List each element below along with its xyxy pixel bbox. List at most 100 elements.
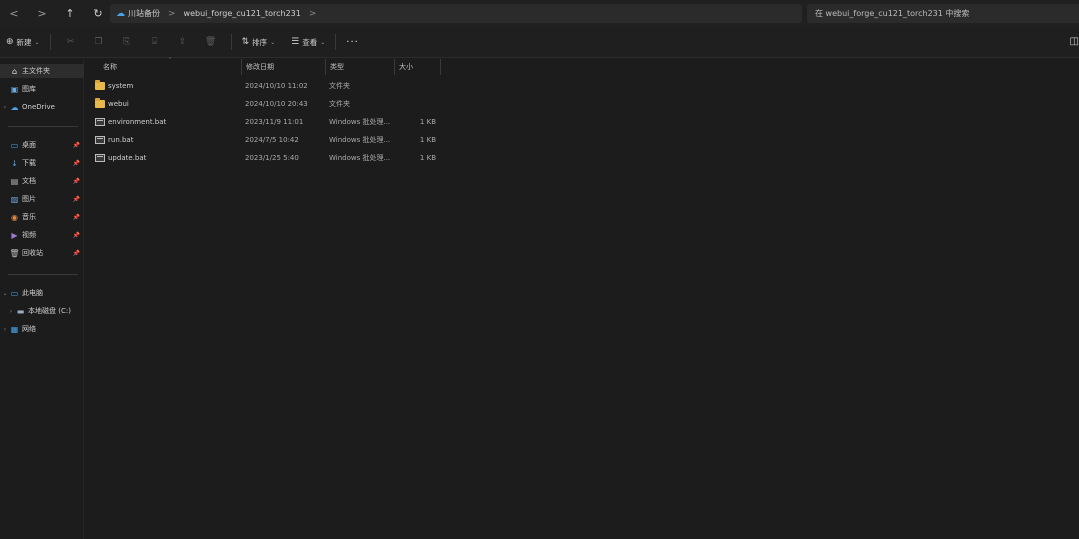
- command-bar: ⊕ 新建 ⌄ ✂ ❐ ⎘ ⌸ ⇪ 🗑 ⇅ 排序 ⌄ ☰ 查看 ⌄ ··· ◫: [0, 27, 1079, 58]
- pin-icon[interactable]: 📌: [73, 232, 80, 239]
- pin-icon[interactable]: 📌: [73, 214, 80, 221]
- column-header-type-label: 类型: [330, 63, 344, 71]
- column-header-modified-label: 修改日期: [246, 63, 274, 71]
- sidebar-item-label: 回收站: [22, 249, 43, 257]
- file-type: Windows 批处理...: [329, 136, 391, 144]
- sidebar-item-home[interactable]: ⌂ 主文件夹: [0, 64, 84, 78]
- chevron-right-icon[interactable]: ›: [0, 104, 10, 111]
- back-button[interactable]: <: [0, 0, 28, 27]
- sidebar-item-music[interactable]: ◉ 音乐 📌: [0, 210, 84, 224]
- cut-icon[interactable]: ✂: [57, 37, 85, 47]
- sidebar-item-downloads[interactable]: ↓ 下载 📌: [0, 156, 84, 170]
- sidebar-item-network[interactable]: › ▦ 网络: [0, 322, 84, 336]
- file-name: system: [108, 82, 134, 90]
- sidebar-item-onedrive[interactable]: › ☁ OneDrive: [0, 100, 84, 114]
- sidebar-item-pictures[interactable]: ▨ 图片 📌: [0, 192, 84, 206]
- drive-icon: ▬: [16, 306, 25, 316]
- sidebar-item-label: 图库: [22, 85, 36, 93]
- sidebar-item-videos[interactable]: ▶ 视频 📌: [0, 228, 84, 242]
- music-icon: ◉: [11, 212, 18, 222]
- sidebar-item-label: 本地磁盘 (C:): [28, 307, 71, 315]
- sidebar-item-recycle-bin[interactable]: 🗑 回收站 📌: [0, 246, 84, 260]
- address-bar[interactable]: ☁ 川站备份 > webui_forge_cu121_torch231 >: [110, 4, 802, 23]
- up-button[interactable]: ↑: [56, 0, 84, 27]
- view-icon: ☰: [291, 37, 300, 47]
- breadcrumb-separator-end[interactable]: >: [309, 9, 317, 19]
- delete-icon[interactable]: 🗑: [197, 37, 225, 47]
- file-row[interactable]: environment.bat 2023/11/9 11:01 Windows …: [85, 113, 445, 131]
- view-label: 查看: [302, 37, 318, 47]
- sidebar-item-local-disk[interactable]: › ▬ 本地磁盘 (C:): [0, 304, 84, 318]
- sidebar-item-desktop[interactable]: ▭ 桌面 📌: [0, 138, 84, 152]
- sort-icon: ⇅: [241, 37, 250, 47]
- sidebar-item-label: OneDrive: [22, 103, 55, 111]
- chevron-right-icon[interactable]: ›: [6, 308, 16, 315]
- download-icon: ↓: [11, 158, 18, 168]
- new-button[interactable]: ⊕ 新建 ⌄: [2, 32, 44, 52]
- file-name: environment.bat: [108, 118, 167, 126]
- file-row[interactable]: update.bat 2023/1/25 5:40 Windows 批处理...…: [85, 149, 445, 167]
- file-modified: 2024/7/5 10:42: [245, 136, 299, 144]
- pin-icon[interactable]: 📌: [73, 250, 80, 257]
- column-header-name[interactable]: 名称: [99, 59, 241, 75]
- column-header-modified[interactable]: 修改日期: [242, 59, 325, 75]
- column-divider[interactable]: [440, 59, 441, 75]
- chevron-down-icon: ⌄: [270, 38, 276, 46]
- pin-icon[interactable]: 📌: [73, 178, 80, 185]
- chevron-right-icon[interactable]: ›: [0, 326, 10, 333]
- column-header-type[interactable]: 类型: [326, 59, 394, 75]
- file-type: Windows 批处理...: [329, 118, 391, 126]
- file-row[interactable]: webui 2024/10/10 20:43 文件夹: [85, 95, 445, 113]
- plus-circle-icon: ⊕: [6, 37, 14, 47]
- more-options-button[interactable]: ···: [342, 32, 363, 52]
- sidebar-item-label: 文档: [22, 177, 36, 185]
- sidebar-item-label: 主文件夹: [22, 67, 50, 75]
- batch-file-icon: [95, 154, 105, 162]
- pin-icon[interactable]: 📌: [73, 142, 80, 149]
- file-row[interactable]: system 2024/10/10 11:02 文件夹: [85, 77, 445, 95]
- onedrive-cloud-icon: ☁: [116, 8, 125, 19]
- sidebar-item-label: 音乐: [22, 213, 36, 221]
- paste-icon[interactable]: ⎘: [113, 37, 141, 47]
- sidebar-item-label: 下载: [22, 159, 36, 167]
- forward-button[interactable]: >: [28, 0, 56, 27]
- network-icon: ▦: [10, 324, 19, 334]
- details-pane-icon[interactable]: ◫: [1070, 36, 1079, 47]
- refresh-button[interactable]: ↻: [84, 0, 112, 27]
- this-pc-icon: ▭: [10, 288, 19, 298]
- new-label: 新建: [16, 37, 32, 47]
- sidebar-item-label: 图片: [22, 195, 36, 203]
- sidebar-item-this-pc[interactable]: ⌄ ▭ 此电脑: [0, 286, 84, 300]
- breadcrumb-separator[interactable]: >: [168, 9, 176, 19]
- folder-icon: [95, 80, 105, 90]
- chevron-down-icon: ⌄: [320, 38, 326, 46]
- title-address-bar: < > ↑ ↻ ☁ 川站备份 > webui_forge_cu121_torch…: [0, 0, 1079, 27]
- rename-icon[interactable]: ⌸: [141, 37, 169, 47]
- pin-icon[interactable]: 📌: [73, 196, 80, 203]
- copy-icon[interactable]: ❐: [85, 37, 113, 47]
- file-size: 1 KB: [419, 118, 436, 126]
- chevron-down-icon: ⌄: [34, 38, 40, 46]
- file-row[interactable]: run.bat 2024/7/5 10:42 Windows 批处理... 1 …: [85, 131, 445, 149]
- column-header-name-label: 名称: [103, 63, 117, 71]
- batch-file-icon: [95, 118, 105, 126]
- breadcrumb-root[interactable]: 川站备份: [128, 8, 160, 19]
- file-name: run.bat: [108, 136, 134, 144]
- column-header-size[interactable]: 大小: [395, 59, 440, 75]
- picture-icon: ▨: [10, 194, 19, 204]
- file-type: Windows 批处理...: [329, 154, 391, 162]
- view-button[interactable]: ☰ 查看 ⌄: [287, 32, 329, 52]
- sidebar-item-documents[interactable]: ▤ 文档 📌: [0, 174, 84, 188]
- share-icon[interactable]: ⇪: [169, 37, 197, 47]
- sidebar-item-gallery[interactable]: ▣ 图库: [0, 82, 84, 96]
- file-type: 文件夹: [329, 100, 350, 108]
- chevron-down-icon[interactable]: ⌄: [0, 290, 10, 297]
- sidebar-item-label: 视频: [22, 231, 36, 239]
- breadcrumb-folder[interactable]: webui_forge_cu121_torch231: [184, 9, 301, 18]
- file-size: [398, 95, 436, 113]
- search-input[interactable]: 在 webui_forge_cu121_torch231 中搜索: [807, 4, 1079, 23]
- file-type: 文件夹: [329, 82, 350, 90]
- pin-icon[interactable]: 📌: [73, 160, 80, 167]
- sort-button[interactable]: ⇅ 排序 ⌄: [238, 32, 280, 52]
- recycle-bin-icon: 🗑: [9, 248, 20, 258]
